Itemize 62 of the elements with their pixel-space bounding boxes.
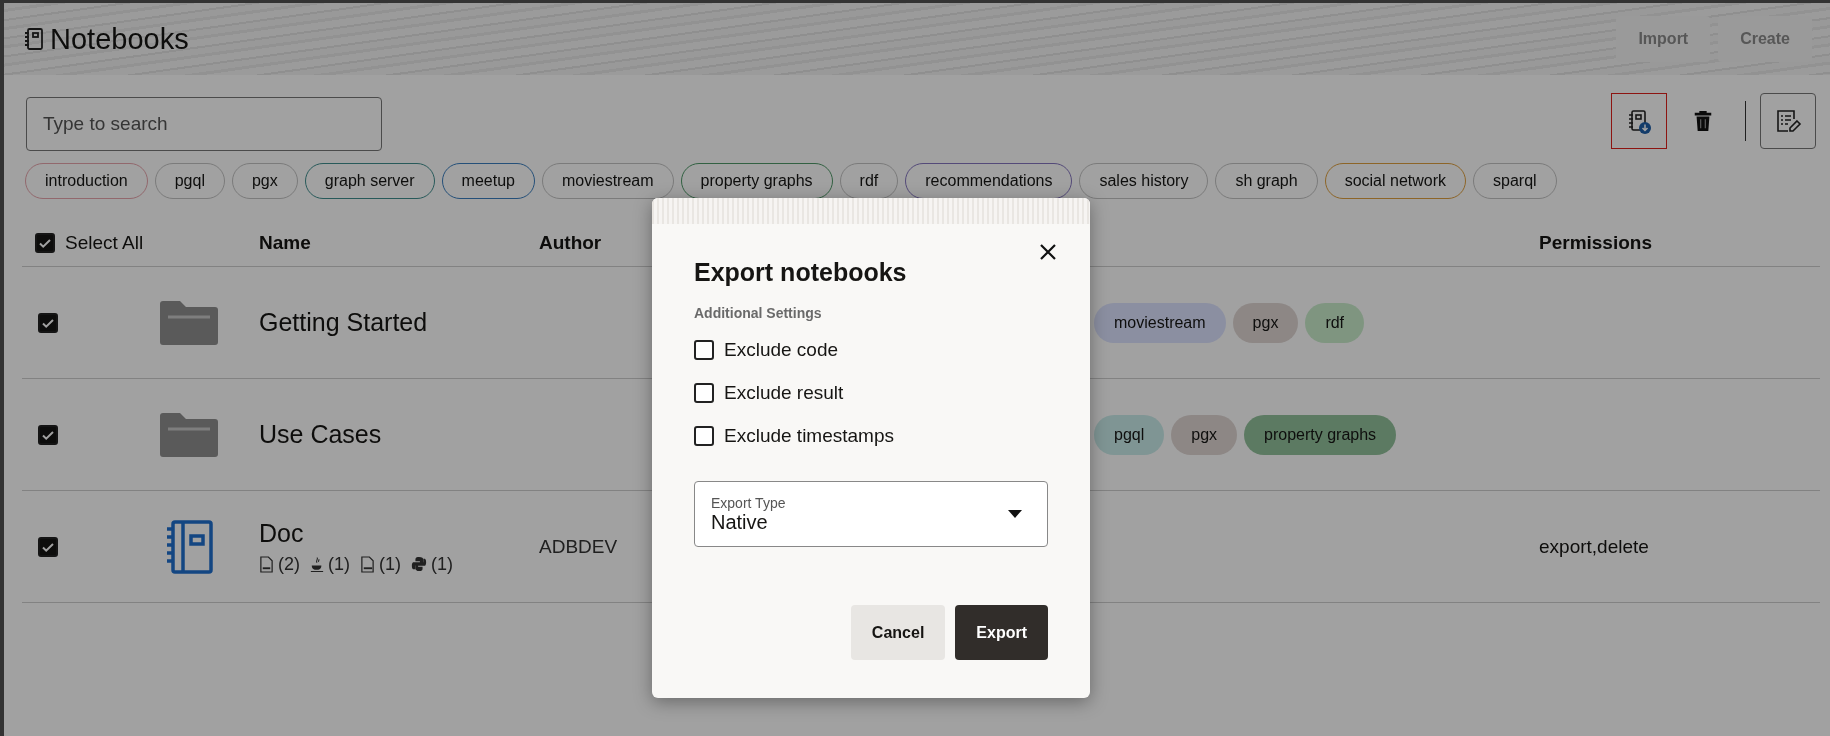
close-icon [1038, 242, 1058, 262]
option-label: Exclude result [724, 382, 844, 404]
export-type-select[interactable]: Export Type Native [694, 481, 1048, 547]
notebook-tag[interactable]: pgx [1171, 414, 1238, 455]
notebook-tag[interactable]: moviestream [1094, 302, 1226, 343]
notebook-name[interactable]: Use Cases [259, 420, 382, 448]
author-text: ADBDEV [539, 535, 618, 557]
filter-tag[interactable]: recommendations [905, 163, 1073, 199]
notebook-tag[interactable]: property graphs [1244, 414, 1397, 455]
language-count: (1) [379, 553, 401, 575]
filter-tag[interactable]: meetup [441, 163, 535, 199]
edit-list-button[interactable] [1760, 93, 1816, 149]
sql-file-icon [259, 555, 274, 573]
notebook-tag[interactable]: rdf [1305, 302, 1365, 343]
folder-icon [157, 299, 220, 346]
filter-tag[interactable]: rdf [839, 163, 899, 199]
column-header: Author [539, 231, 602, 253]
edit-list-icon [1774, 107, 1802, 135]
export-button[interactable]: Export [955, 605, 1048, 660]
column-header: Name [259, 231, 311, 253]
folder-icon [157, 411, 220, 458]
notebook-icon [24, 27, 44, 51]
column-header: Permissions [1539, 231, 1652, 253]
row-checkbox[interactable] [38, 312, 58, 333]
filter-tag[interactable]: introduction [25, 163, 148, 199]
export-button[interactable] [1611, 93, 1667, 149]
trash-icon [1692, 108, 1714, 134]
search-field[interactable]: Type to search [26, 97, 382, 151]
filter-tag[interactable]: social network [1324, 163, 1466, 199]
notebook-name[interactable]: Getting Started [259, 308, 428, 336]
coffee-cup-icon [310, 555, 324, 573]
option-label: Exclude timestamps [724, 425, 894, 447]
filter-tag[interactable]: pgql [154, 163, 225, 199]
notebook-tag[interactable]: pgx [1232, 302, 1299, 343]
row-checkbox[interactable] [38, 536, 58, 557]
filter-tag[interactable]: moviestream [541, 163, 674, 199]
filter-tag[interactable]: sales history [1079, 163, 1209, 199]
filter-tag[interactable]: sparql [1473, 163, 1557, 199]
notebook-tag[interactable]: pgql [1094, 414, 1165, 455]
permissions-text: export,delete [1539, 535, 1649, 557]
python-icon [411, 556, 427, 572]
language-count: (1) [431, 553, 453, 575]
cancel-button[interactable]: Cancel [850, 605, 946, 660]
dialog-title: Export notebooks [694, 258, 907, 287]
language-count: (1) [328, 553, 350, 575]
filter-tag[interactable]: graph server [304, 163, 435, 199]
pgql-file-icon [360, 555, 375, 573]
filter-tag[interactable]: sh graph [1215, 163, 1318, 199]
option-checkbox[interactable] [694, 426, 714, 446]
filter-tag[interactable]: pgx [231, 163, 298, 199]
filter-tag[interactable]: property graphs [680, 163, 833, 199]
notebook-name[interactable]: Doc [259, 518, 539, 548]
page-title: Notebooks [50, 22, 189, 56]
option-checkbox[interactable] [694, 383, 714, 403]
row-checkbox[interactable] [38, 424, 58, 445]
option-checkbox[interactable] [694, 340, 714, 360]
select-all-label: Select All [65, 231, 144, 254]
language-count: (2) [278, 553, 300, 575]
section-label: Additional Settings [694, 305, 823, 321]
caret-icon [1007, 509, 1023, 519]
option-label: Exclude code [724, 339, 839, 361]
select-all-checkbox[interactable] [35, 232, 55, 253]
